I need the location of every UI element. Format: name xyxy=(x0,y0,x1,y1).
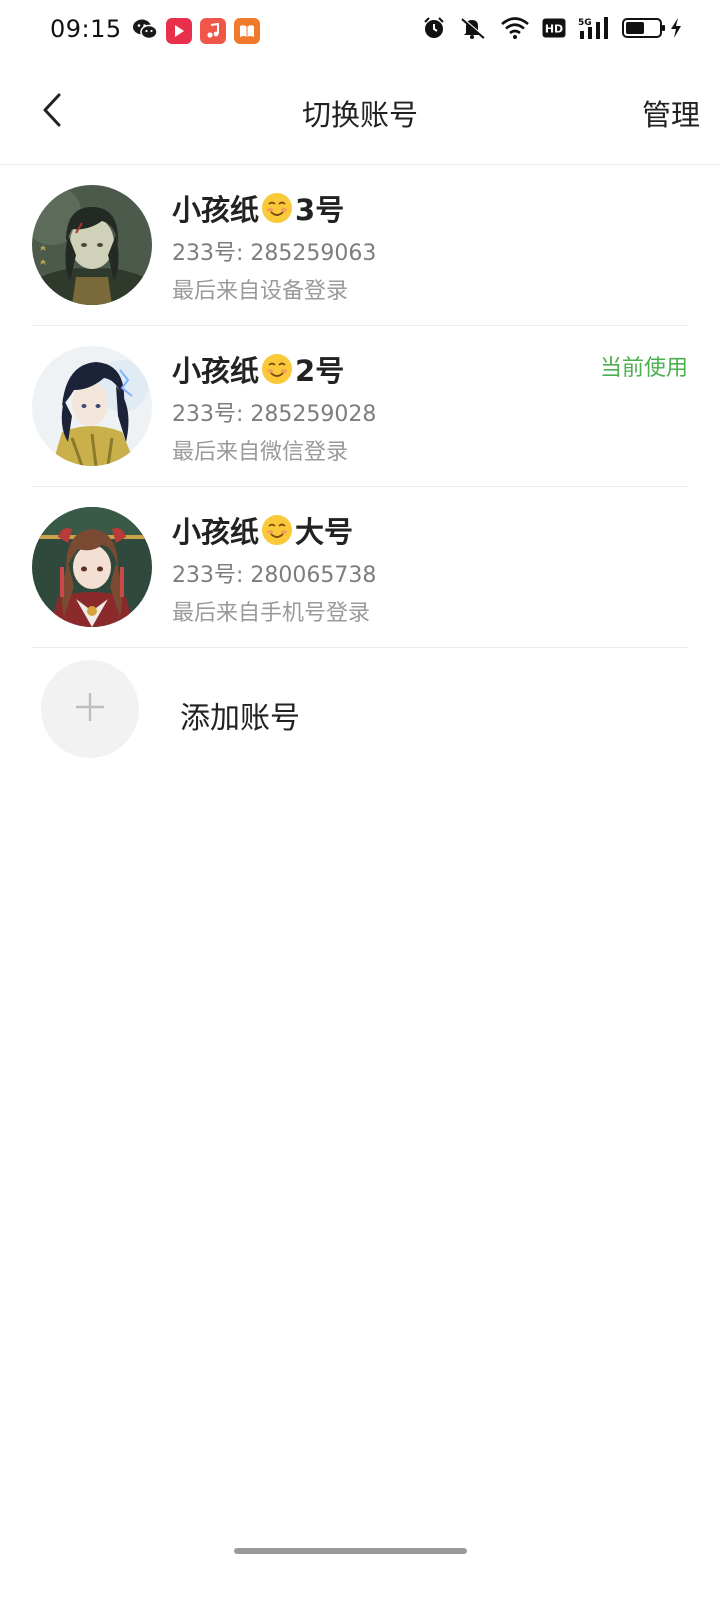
account-id: 233号: 285259028 xyxy=(172,402,377,427)
account-name-prefix: 小孩纸 xyxy=(172,193,260,227)
nav-bar: 切换账号 管理 xyxy=(0,64,720,165)
smiling-face-emoji-icon xyxy=(261,353,293,385)
avatar xyxy=(32,346,152,466)
system-icons: HD 5G xyxy=(422,16,682,44)
signal-5g-icon: 5G xyxy=(578,16,610,44)
status-time: 09:15 xyxy=(50,15,122,43)
account-item[interactable]: 小孩纸 3号 233号: 285259063 最后来自设备登录 xyxy=(32,165,688,326)
account-name-prefix: 小孩纸 xyxy=(172,354,260,388)
status-bar: 09:15 HD 5G xyxy=(0,0,720,64)
wechat-icon xyxy=(132,18,158,44)
avatar xyxy=(32,507,152,627)
smiling-face-emoji-icon xyxy=(261,192,293,224)
mute-icon xyxy=(458,16,488,44)
account-login-source: 最后来自微信登录 xyxy=(172,440,349,465)
account-item[interactable]: 小孩纸 2号 当前使用 233号: 285259028 最后来自微信登录 xyxy=(32,326,688,487)
account-name: 小孩纸 3号 xyxy=(172,187,344,229)
account-item[interactable]: 小孩纸 大号 233号: 280065738 最后来自手机号登录 xyxy=(32,487,688,648)
plus-icon xyxy=(74,691,106,727)
account-id: 233号: 285259063 xyxy=(172,241,377,266)
home-indicator[interactable] xyxy=(234,1548,467,1554)
page-title: 切换账号 xyxy=(301,98,418,132)
account-name-suffix: 2号 xyxy=(295,354,345,388)
reading-app-icon xyxy=(234,18,260,44)
add-account-circle xyxy=(41,660,139,758)
account-name: 小孩纸 大号 xyxy=(172,509,353,551)
battery-icon xyxy=(622,17,666,43)
video-app-icon xyxy=(166,18,192,44)
account-login-source: 最后来自设备登录 xyxy=(172,279,349,304)
wifi-icon xyxy=(500,16,530,44)
account-login-source: 最后来自手机号登录 xyxy=(172,601,371,626)
account-name: 小孩纸 2号 xyxy=(172,348,344,390)
notification-icons xyxy=(132,18,260,44)
account-name-prefix: 小孩纸 xyxy=(172,515,260,549)
svg-text:HD: HD xyxy=(545,23,563,36)
current-account-badge: 当前使用 xyxy=(599,356,688,381)
charging-icon xyxy=(670,17,682,43)
hd-icon: HD xyxy=(542,18,566,42)
account-list: 小孩纸 3号 233号: 285259063 最后来自设备登录 小孩纸 2号 当… xyxy=(0,165,720,648)
account-name-suffix: 3号 xyxy=(295,193,345,227)
svg-text:5G: 5G xyxy=(578,18,592,28)
alarm-icon xyxy=(422,16,446,44)
manage-button[interactable]: 管理 xyxy=(642,92,700,134)
avatar xyxy=(32,185,152,305)
add-account-button[interactable]: 添加账号 xyxy=(32,660,688,760)
account-id: 233号: 280065738 xyxy=(172,563,377,588)
add-account-label: 添加账号 xyxy=(180,701,300,736)
account-name-suffix: 大号 xyxy=(295,515,354,549)
smiling-face-emoji-icon xyxy=(261,514,293,546)
music-app-icon xyxy=(200,18,226,44)
